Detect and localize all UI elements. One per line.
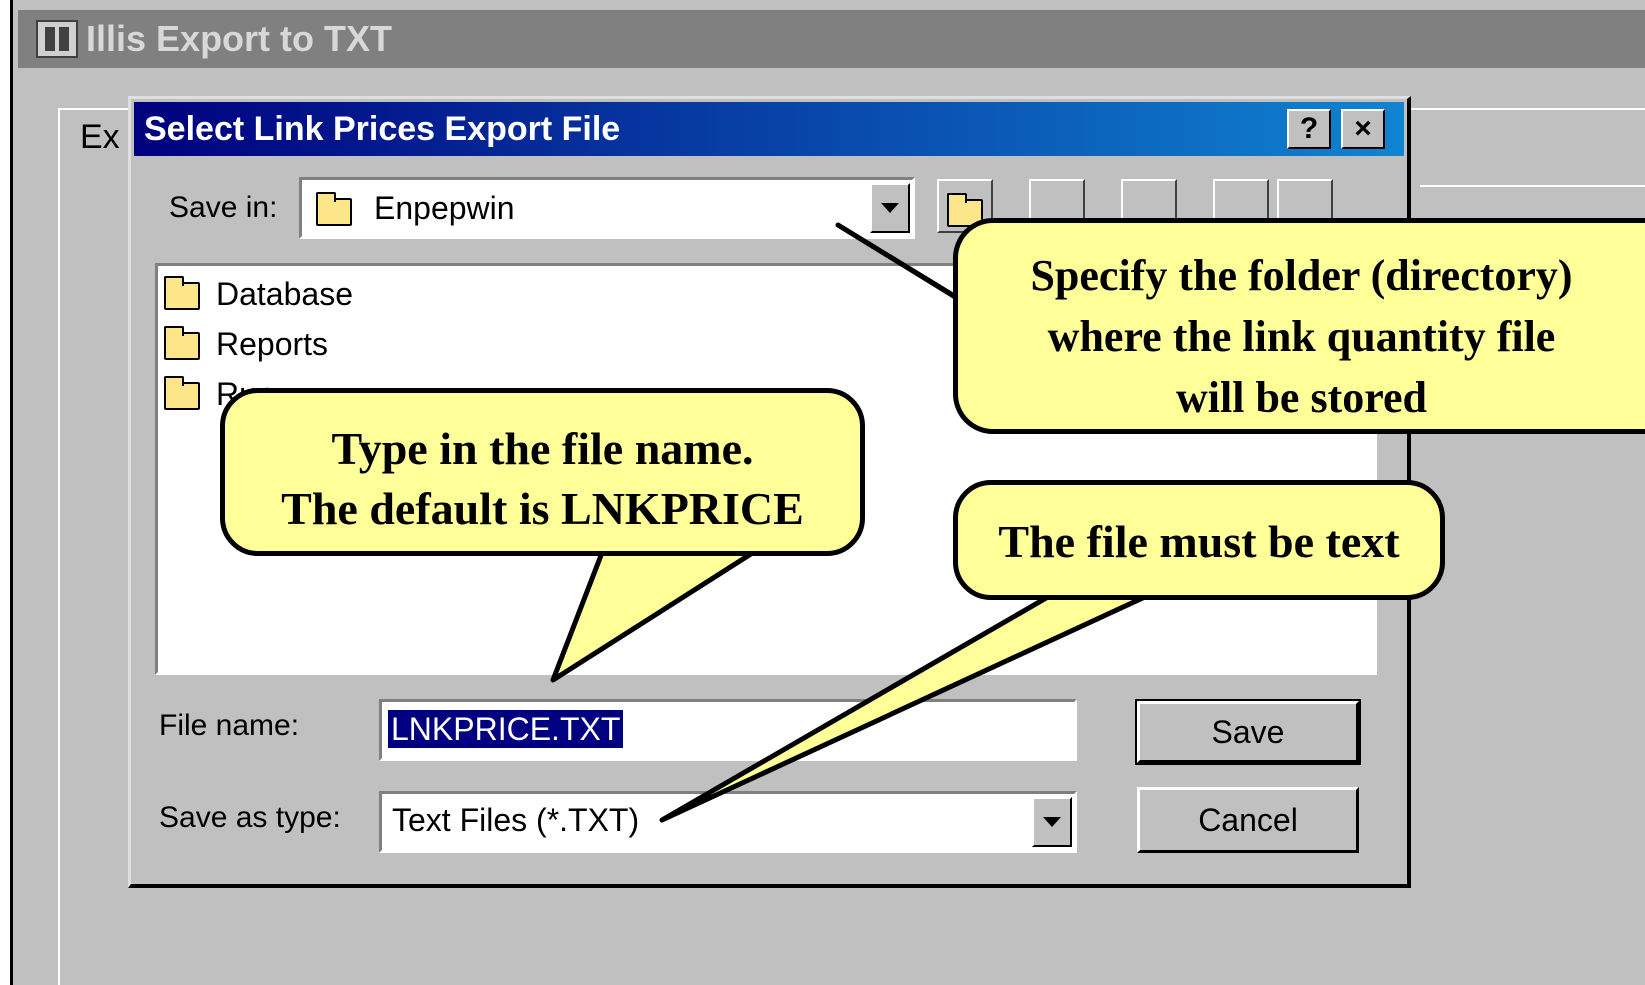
folder-callout: Specify the folder (directory) where the… <box>953 218 1645 434</box>
filename-callout: Type in the file name. The default is LN… <box>220 388 865 556</box>
filename-callout-text: Type in the file name. The default is LN… <box>281 423 804 534</box>
filetype-callout-text: The file must be text <box>998 516 1400 567</box>
filename-callout-tail <box>550 542 768 683</box>
filetype-callout-tail <box>659 587 1163 823</box>
filetype-callout: The file must be text <box>953 480 1445 600</box>
folder-callout-text: Specify the folder (directory) where the… <box>1030 251 1573 422</box>
